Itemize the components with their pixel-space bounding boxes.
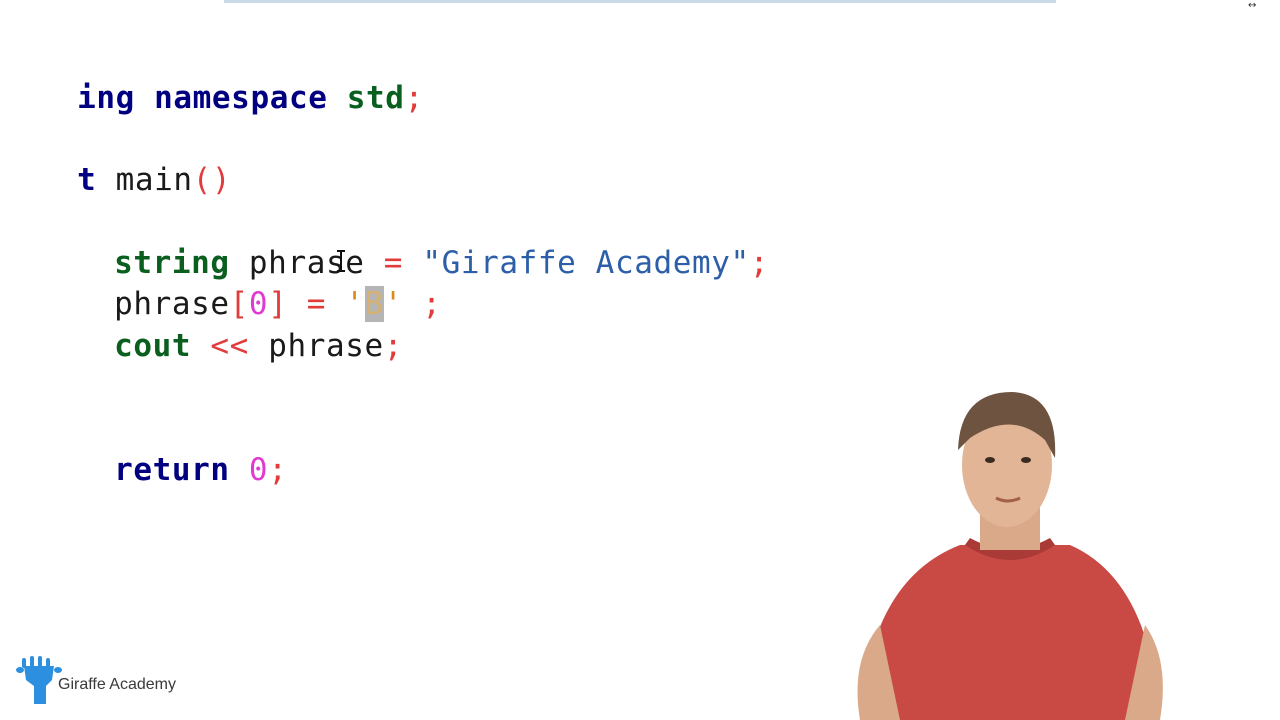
code-line-return: return 0; [37, 410, 287, 530]
code-token: 0 [248, 452, 269, 488]
giraffe-icon [16, 656, 62, 704]
brand-logo: Giraffe Academy [16, 656, 176, 706]
code-token: phrase [268, 328, 384, 364]
code-token: t [77, 162, 97, 198]
code-token: ; [403, 286, 442, 322]
code-token: ; [268, 452, 288, 488]
code-token: ; [749, 245, 770, 281]
brand-name: Giraffe Academy [58, 676, 176, 693]
code-token: main [96, 162, 193, 198]
text-cursor-icon [337, 250, 348, 272]
presenter-webcam [800, 380, 1220, 720]
code-token: return [114, 452, 230, 488]
code-token: namespace [134, 80, 328, 116]
code-token: ing [77, 80, 135, 116]
code-token: () [192, 162, 232, 198]
code-token: ; [383, 328, 404, 364]
code-token: cout [114, 328, 192, 364]
code-token: std [327, 80, 405, 116]
code-token: "Giraffe Academy" [422, 245, 750, 281]
code-token: ; [404, 80, 424, 116]
code-line-cout: cout << phrase; [37, 286, 403, 406]
code-token: << [191, 328, 269, 364]
